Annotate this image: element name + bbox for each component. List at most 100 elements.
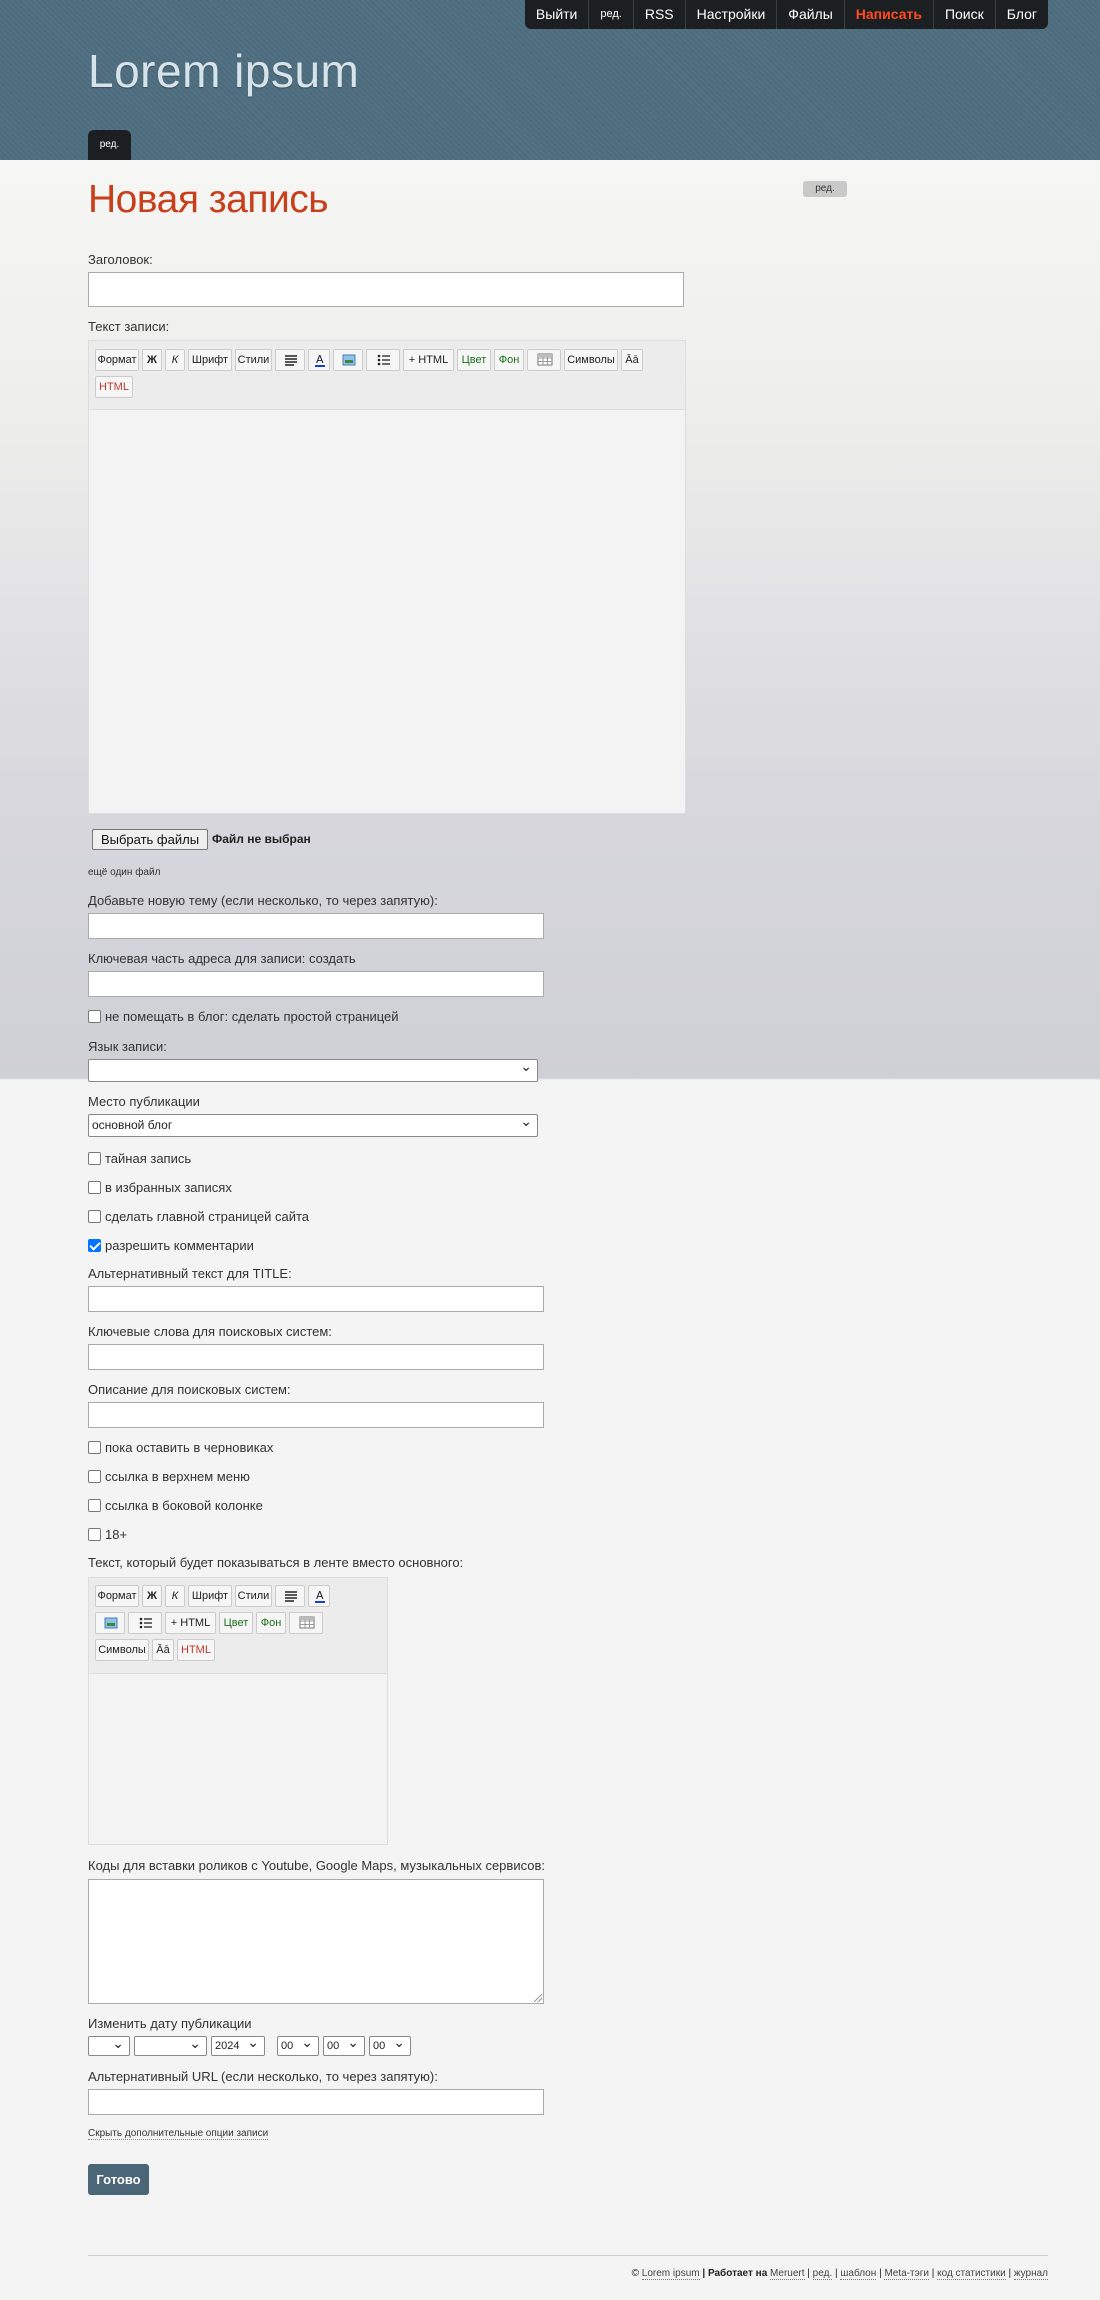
styles-button[interactable]: Стили [235, 1585, 272, 1607]
checkbox-box-checked[interactable] [88, 1239, 101, 1252]
comments-checkbox[interactable]: разрешить комментарии [88, 1238, 254, 1253]
nav-rss[interactable]: RSS [632, 0, 685, 29]
secret-checkbox[interactable]: тайная запись [88, 1151, 191, 1166]
footer-meta-link[interactable]: Meta-тэги [884, 2268, 929, 2280]
choose-files-button[interactable]: Выбрать файлы [92, 829, 208, 850]
year-select[interactable]: 2024 [211, 2033, 265, 2056]
main-editor-area[interactable] [89, 410, 685, 813]
nav-files[interactable]: Файлы [776, 0, 843, 29]
styles-button[interactable]: Стили [235, 349, 272, 371]
title-input[interactable] [88, 272, 684, 307]
language-select[interactable] [88, 1056, 538, 1082]
checkbox-box[interactable] [88, 1010, 101, 1023]
month-select[interactable] [134, 2033, 207, 2056]
embed-label: Коды для вставки роликов с Youtube, Goog… [88, 1858, 545, 1873]
symbols-button[interactable]: Символы [95, 1639, 149, 1661]
align-icon[interactable] [275, 349, 305, 371]
checkbox-box[interactable] [88, 1441, 101, 1454]
table-icon[interactable] [527, 349, 561, 371]
image-icon[interactable] [95, 1612, 125, 1634]
hour-select[interactable]: 00 [277, 2033, 319, 2056]
background-button[interactable]: Фон [494, 349, 524, 371]
footer-stats-link[interactable]: код статистики [937, 2268, 1006, 2280]
align-icon[interactable] [275, 1585, 305, 1607]
footer-engine-link[interactable]: Meruert [770, 2268, 805, 2280]
site-title[interactable]: Lorem ipsum [88, 44, 359, 98]
case-button[interactable]: Āā [152, 1639, 174, 1661]
background-button[interactable]: Фон [256, 1612, 286, 1634]
checkbox-box[interactable] [88, 1470, 101, 1483]
nav-settings[interactable]: Настройки [684, 0, 777, 29]
sidebar-edit-button[interactable]: ред. [803, 181, 847, 197]
alt-url-input[interactable] [88, 2089, 544, 2115]
feed-editor-area[interactable] [89, 1674, 387, 1844]
second-select[interactable]: 00 [369, 2033, 411, 2056]
checkbox-box[interactable] [88, 1181, 101, 1194]
keywords-input[interactable] [88, 1344, 544, 1370]
bold-button[interactable]: Ж [142, 1585, 162, 1607]
favorites-label: в избранных записях [105, 1180, 232, 1195]
main-editor-toolbar: Формат Ж К Шрифт Стили A + HTML Цвет Фон… [89, 341, 685, 410]
html-insert-button[interactable]: + HTML [403, 349, 454, 371]
day-select[interactable] [88, 2033, 130, 2056]
adult-checkbox[interactable]: 18+ [88, 1527, 127, 1542]
table-icon[interactable] [289, 1612, 323, 1634]
place-select[interactable]: основной блог [88, 1111, 538, 1137]
html-source-button[interactable]: HTML [177, 1639, 215, 1661]
footer-separator: | [807, 2268, 810, 2279]
simple-page-checkbox[interactable]: не помещать в блог: сделать простой стра… [88, 1009, 399, 1024]
bold-button[interactable]: Ж [142, 349, 162, 371]
footer-site-link[interactable]: Lorem ipsum [641, 2268, 700, 2280]
list-icon[interactable] [128, 1612, 162, 1634]
format-button[interactable]: Формат [95, 349, 139, 371]
nav-search[interactable]: Поиск [932, 0, 995, 29]
list-icon[interactable] [366, 349, 400, 371]
tags-input[interactable] [88, 913, 544, 939]
draft-checkbox[interactable]: пока оставить в черновиках [88, 1440, 273, 1455]
nav-edit[interactable]: ред. [588, 0, 632, 29]
text-color-icon[interactable]: A [308, 1585, 330, 1607]
nav-blog[interactable]: Блог [994, 0, 1048, 29]
color-button[interactable]: Цвет [457, 349, 491, 371]
nav-logout[interactable]: Выйти [525, 0, 588, 29]
side-column-checkbox[interactable]: ссылка в боковой колонке [88, 1498, 263, 1513]
format-button[interactable]: Формат [95, 1585, 139, 1607]
feed-editor-toolbar: Формат Ж К Шрифт Стили A + HTML Цвет Фон… [89, 1578, 387, 1674]
italic-button[interactable]: К [165, 1585, 185, 1607]
add-another-file-link[interactable]: ещё один файл [88, 867, 160, 878]
embed-textarea[interactable] [88, 1879, 544, 2004]
homepage-label: сделать главной страницей сайта [105, 1209, 310, 1224]
homepage-checkbox[interactable]: сделать главной страницей сайта [88, 1209, 309, 1224]
resize-grip-icon[interactable] [534, 1994, 542, 2002]
symbols-button[interactable]: Символы [564, 349, 618, 371]
comments-label: разрешить комментарии [105, 1238, 254, 1253]
footer-edit-link[interactable]: ред. [812, 2268, 833, 2280]
top-menu-checkbox[interactable]: ссылка в верхнем меню [88, 1469, 250, 1484]
text-color-icon[interactable]: A [308, 349, 330, 371]
font-button[interactable]: Шрифт [188, 349, 232, 371]
checkbox-box[interactable] [88, 1499, 101, 1512]
minute-select[interactable]: 00 [323, 2033, 365, 2056]
text-label: Текст записи: [88, 319, 170, 334]
italic-button[interactable]: К [165, 349, 185, 371]
slug-input[interactable] [88, 971, 544, 997]
color-button[interactable]: Цвет [219, 1612, 253, 1634]
checkbox-box[interactable] [88, 1152, 101, 1165]
alt-title-input[interactable] [88, 1286, 544, 1312]
checkbox-box[interactable] [88, 1528, 101, 1541]
html-insert-button[interactable]: + HTML [165, 1612, 216, 1634]
html-source-button[interactable]: HTML [95, 376, 133, 398]
image-icon[interactable] [333, 349, 363, 371]
header-edit-tab[interactable]: ред. [88, 130, 131, 160]
font-button[interactable]: Шрифт [188, 1585, 232, 1607]
footer-template-link[interactable]: шаблон [840, 2268, 877, 2280]
case-button[interactable]: Āā [621, 349, 643, 371]
submit-button[interactable]: Готово [88, 2164, 149, 2195]
hide-options-link[interactable]: Скрыть дополнительные опции записи [88, 2128, 269, 2140]
favorites-checkbox[interactable]: в избранных записях [88, 1180, 232, 1195]
checkbox-box[interactable] [88, 1210, 101, 1223]
tags-label: Добавьте новую тему (если несколько, то … [88, 893, 438, 908]
description-input[interactable] [88, 1402, 544, 1428]
nav-write[interactable]: Написать [843, 0, 933, 29]
footer-journal-link[interactable]: журнал [1013, 2268, 1048, 2280]
